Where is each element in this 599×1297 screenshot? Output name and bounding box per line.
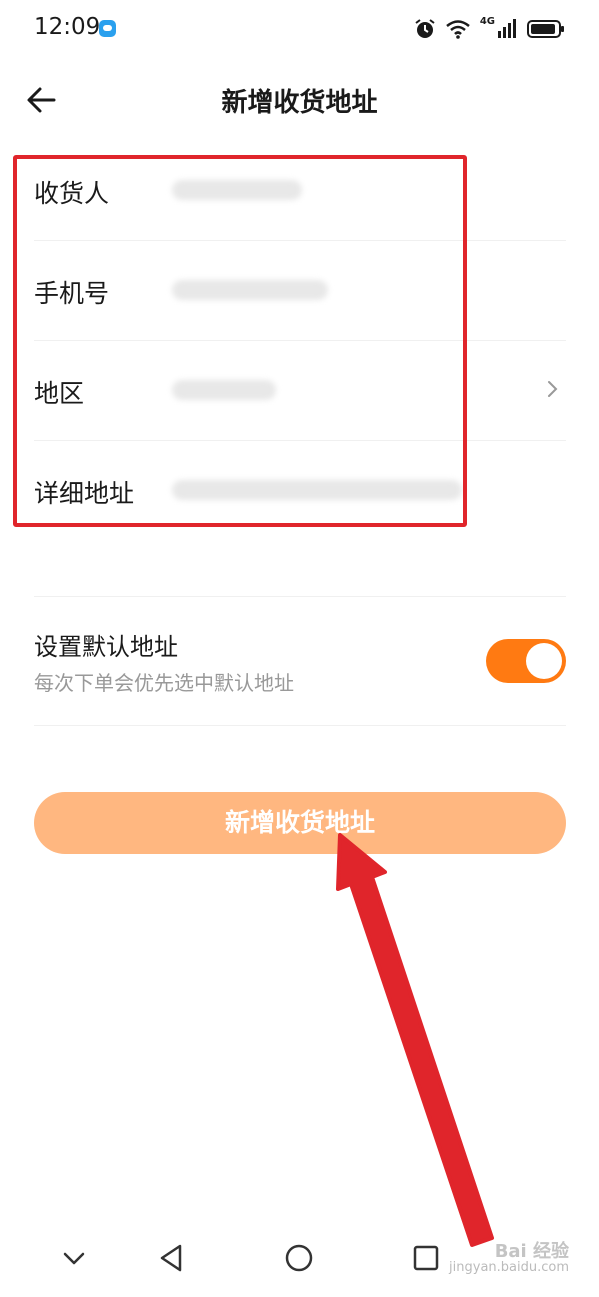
alarm-icon (415, 19, 435, 38)
watermark-line2: jingyan.baidu.com (449, 1260, 569, 1275)
recent-apps-square-icon[interactable] (406, 1238, 446, 1278)
header: 新增收货地址 (0, 62, 599, 134)
add-address-button[interactable]: 新增收货地址 (34, 792, 566, 854)
chevron-right-icon[interactable] (546, 377, 560, 401)
status-bar: 12:09 4G (0, 0, 599, 60)
page-title: 新增收货地址 (221, 88, 378, 118)
back-triangle-icon[interactable] (151, 1238, 191, 1278)
status-time: 12:09 (34, 14, 101, 40)
battery-icon (527, 20, 564, 38)
message-notification-icon (99, 20, 116, 37)
signal-icon (498, 19, 516, 38)
chevron-down-icon[interactable] (54, 1238, 94, 1278)
default-address-subtitle: 每次下单会优先选中默认地址 (34, 671, 294, 695)
network-label: 4G (479, 15, 495, 27)
watermark-line1: Bai 经验 (494, 1241, 569, 1262)
annotation-highlight-box (13, 155, 467, 527)
status-icons: 4G (414, 14, 565, 44)
toggle-knob (526, 643, 562, 679)
default-address-title: 设置默认地址 (34, 633, 178, 661)
default-address-section: 设置默认地址 每次下单会优先选中默认地址 (34, 596, 566, 726)
default-address-toggle[interactable] (486, 639, 566, 683)
wifi-icon (446, 20, 470, 39)
watermark-logo: Bai 经验 jingyan.baidu.com (449, 1241, 569, 1276)
home-circle-icon[interactable] (279, 1238, 319, 1278)
